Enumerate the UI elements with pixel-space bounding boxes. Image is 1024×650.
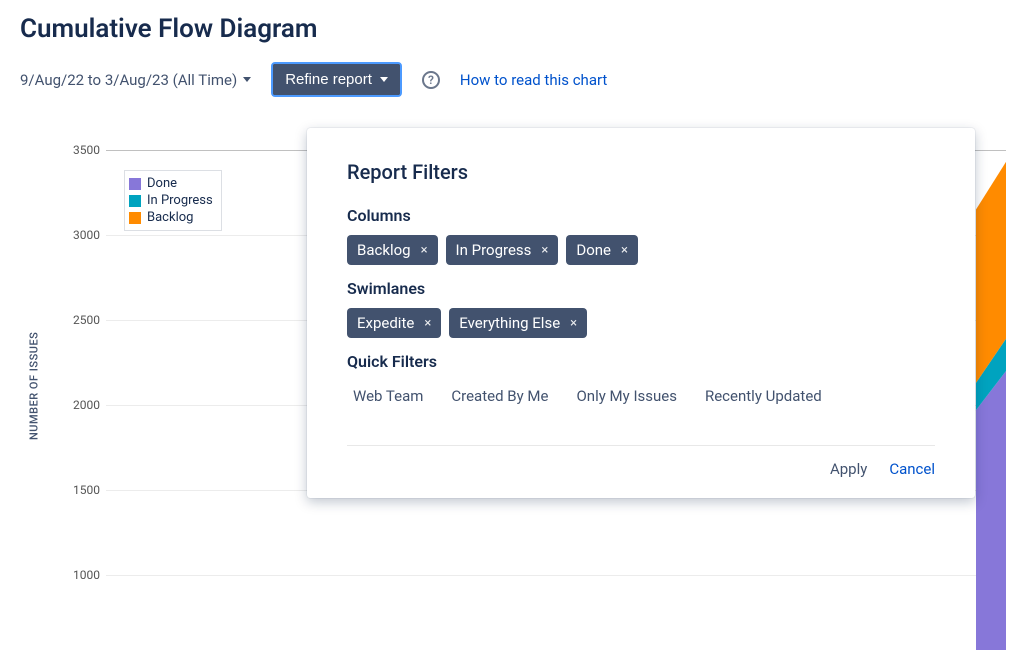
quick-filter[interactable]: Web Team: [353, 387, 423, 405]
quick-filter[interactable]: Created By Me: [451, 387, 548, 405]
y-tick: 2500: [66, 313, 100, 327]
y-tick: 1500: [66, 483, 100, 497]
swimlane-chip[interactable]: Everything Else ×: [449, 308, 587, 338]
y-tick: 3000: [66, 228, 100, 242]
y-tick: 3500: [66, 143, 100, 157]
date-range-label: 9/Aug/22 to 3/Aug/23 (All Time): [20, 71, 237, 89]
columns-section-label: Columns: [347, 206, 935, 225]
y-tick: 1000: [66, 568, 100, 582]
legend-swatch: [129, 178, 141, 190]
refine-report-label: Refine report: [285, 71, 372, 88]
help-icon[interactable]: ?: [422, 71, 440, 89]
report-toolbar: 9/Aug/22 to 3/Aug/23 (All Time) Refine r…: [20, 62, 1004, 97]
remove-chip-icon[interactable]: ×: [621, 244, 628, 257]
how-to-read-link[interactable]: How to read this chart: [460, 71, 607, 89]
divider: [347, 445, 935, 446]
date-range-picker[interactable]: 9/Aug/22 to 3/Aug/23 (All Time): [20, 71, 251, 89]
cancel-button[interactable]: Cancel: [889, 460, 935, 478]
legend-label: Backlog: [147, 210, 193, 225]
page-title: Cumulative Flow Diagram: [20, 14, 1004, 44]
caret-down-icon: [243, 77, 251, 82]
chip-label: Done: [576, 241, 611, 259]
legend-label: In Progress: [147, 193, 213, 208]
y-axis-label: NUMBER OF ISSUES: [28, 332, 41, 440]
quickfilters-section-label: Quick Filters: [347, 352, 935, 371]
quick-filter[interactable]: Only My Issues: [576, 387, 677, 405]
chip-label: Backlog: [357, 241, 411, 259]
y-tick: 2000: [66, 398, 100, 412]
refine-report-button[interactable]: Refine report: [271, 62, 402, 97]
caret-down-icon: [380, 77, 388, 82]
chip-label: Expedite: [357, 314, 414, 332]
remove-chip-icon[interactable]: ×: [570, 317, 577, 330]
popover-title: Report Filters: [347, 160, 935, 184]
column-chip[interactable]: In Progress ×: [446, 235, 559, 265]
remove-chip-icon[interactable]: ×: [424, 317, 431, 330]
legend-item[interactable]: Done: [129, 175, 213, 192]
remove-chip-icon[interactable]: ×: [541, 244, 548, 257]
remove-chip-icon[interactable]: ×: [421, 244, 428, 257]
legend-item[interactable]: Backlog: [129, 209, 213, 226]
legend-swatch: [129, 212, 141, 224]
quick-filter[interactable]: Recently Updated: [705, 387, 822, 405]
legend-label: Done: [147, 176, 177, 191]
swimlanes-section-label: Swimlanes: [347, 279, 935, 298]
apply-button[interactable]: Apply: [830, 460, 867, 478]
column-chip[interactable]: Done ×: [566, 235, 638, 265]
legend-swatch: [129, 195, 141, 207]
swimlane-chip[interactable]: Expedite ×: [347, 308, 441, 338]
chart-legend: Done In Progress Backlog: [124, 170, 222, 231]
chip-label: Everything Else: [459, 314, 560, 332]
legend-item[interactable]: In Progress: [129, 192, 213, 209]
area-done: [976, 371, 1006, 650]
chip-label: In Progress: [456, 241, 532, 259]
column-chip[interactable]: Backlog ×: [347, 235, 438, 265]
refine-report-popover: Report Filters Columns Backlog×In Progre…: [307, 128, 975, 498]
